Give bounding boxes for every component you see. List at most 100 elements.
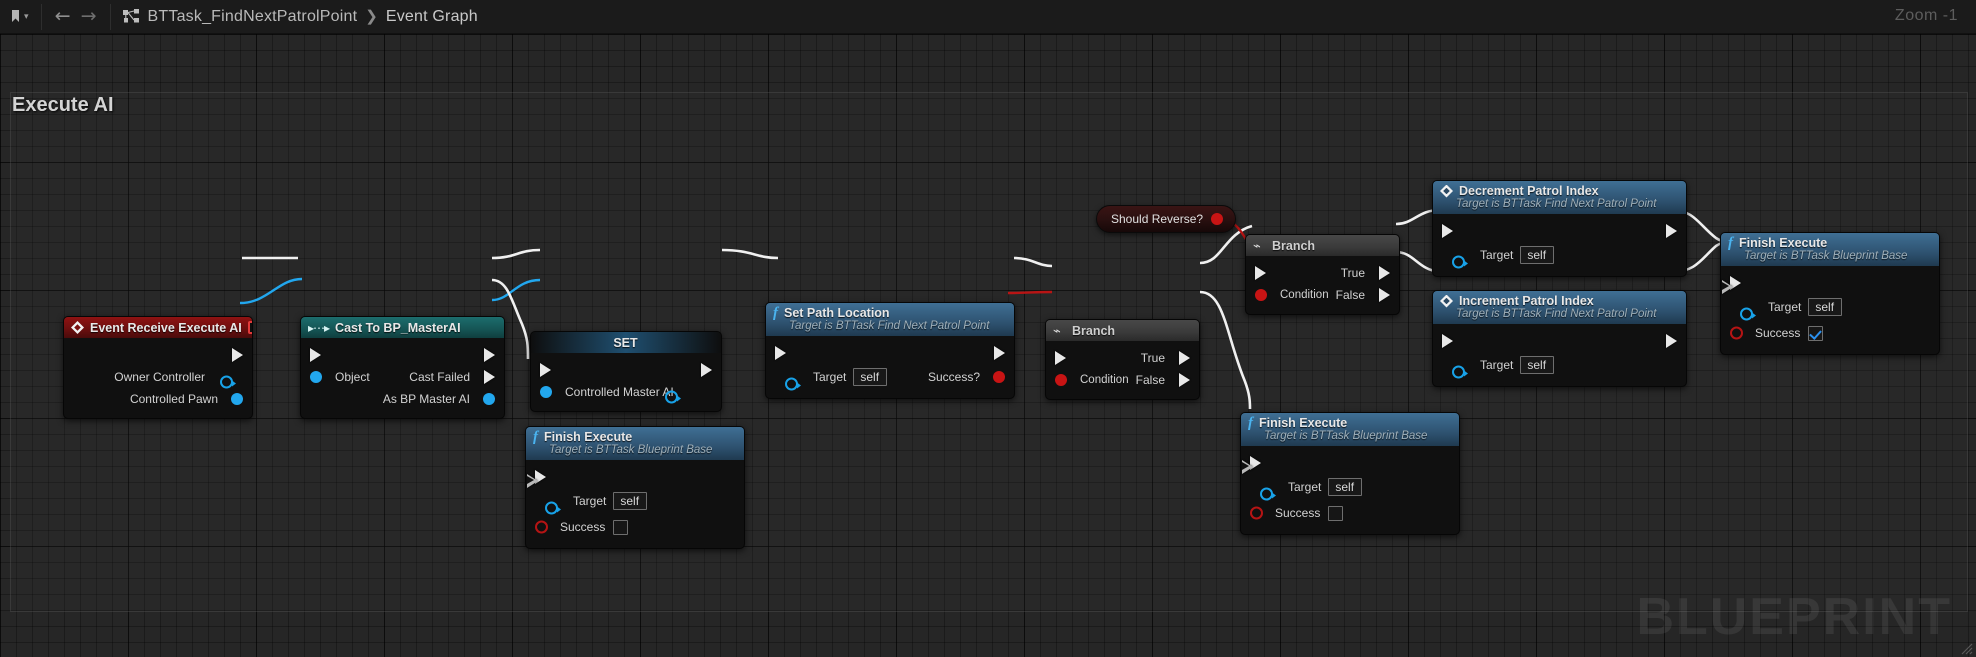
node-cast-to-bp-masterai[interactable]: ▸⋯▸ Cast To BP_MasterAI Object Cast Fail… bbox=[300, 316, 505, 419]
target-value-field[interactable]: self bbox=[1328, 478, 1363, 496]
node-finish-execute-mid[interactable]: f Finish Execute Target is BTTask Bluepr… bbox=[1240, 412, 1460, 535]
exec-out-pin[interactable] bbox=[527, 474, 538, 488]
node-event-receive-execute-ai[interactable]: Event Receive Execute AI Owner Controlle… bbox=[63, 316, 253, 419]
pin-row-target[interactable]: Target self bbox=[1241, 474, 1459, 500]
target-value-field[interactable]: self bbox=[613, 492, 648, 510]
pin-row-exec[interactable] bbox=[526, 466, 744, 488]
condition-in-pin[interactable] bbox=[1055, 374, 1067, 386]
node-decrement-patrol-index[interactable]: Decrement Patrol Index Target is BTTask … bbox=[1432, 180, 1687, 277]
target-in-pin[interactable] bbox=[1260, 487, 1276, 500]
exec-in-pin[interactable] bbox=[310, 348, 321, 362]
graph-hierarchy-button[interactable] bbox=[119, 4, 145, 30]
success-checkbox[interactable] bbox=[613, 519, 629, 535]
pin-row-exec[interactable] bbox=[531, 359, 721, 381]
exec-out-pin[interactable] bbox=[701, 363, 712, 377]
pin-row-exec[interactable] bbox=[1433, 220, 1686, 242]
target-value-field[interactable]: self bbox=[1520, 246, 1555, 264]
exec-out-pin[interactable] bbox=[994, 346, 1005, 360]
false-out-pin[interactable] bbox=[1179, 373, 1190, 387]
target-value-field[interactable]: self bbox=[1808, 298, 1843, 316]
cast-failed-out-pin[interactable] bbox=[484, 370, 495, 384]
node-finish-execute-left[interactable]: f Finish Execute Target is BTTask Bluepr… bbox=[525, 426, 745, 549]
pin-row-target[interactable]: Target self bbox=[1433, 352, 1686, 378]
resize-grip-icon[interactable] bbox=[1959, 641, 1973, 655]
true-out-pin[interactable] bbox=[1179, 351, 1190, 365]
pin-row-exec[interactable] bbox=[1433, 330, 1686, 352]
node-set-path-location[interactable]: f Set Path Location Target is BTTask Fin… bbox=[765, 302, 1015, 399]
pin-row-condition-false[interactable]: Condition False bbox=[1246, 284, 1399, 306]
exec-in-pin[interactable] bbox=[540, 363, 551, 377]
target-value-field[interactable]: self bbox=[853, 368, 888, 386]
target-in-pin[interactable] bbox=[1740, 307, 1756, 320]
target-in-pin[interactable] bbox=[1452, 255, 1468, 268]
exec-out-pin[interactable] bbox=[1242, 460, 1253, 474]
success-checkbox[interactable] bbox=[1328, 505, 1344, 521]
condition-in-pin[interactable] bbox=[1255, 289, 1267, 301]
pin-row-exec[interactable] bbox=[1241, 452, 1459, 474]
pin-row-controlled-pawn[interactable]: Controlled Pawn bbox=[64, 388, 252, 410]
should-reverse-out-pin[interactable] bbox=[1211, 213, 1224, 225]
pin-row-target[interactable]: Target self bbox=[1433, 242, 1686, 268]
node-variable-should-reverse[interactable]: Should Reverse? bbox=[1096, 205, 1237, 233]
exec-in-pin[interactable] bbox=[1055, 351, 1066, 365]
pin-row-target[interactable]: Target self bbox=[526, 488, 744, 514]
exec-in-pin[interactable] bbox=[775, 346, 786, 360]
target-in-pin[interactable] bbox=[1452, 365, 1468, 378]
node-set-controlled-master-ai[interactable]: SET Controlled Master AI bbox=[530, 331, 722, 412]
exec-in-pin[interactable] bbox=[1255, 266, 1266, 280]
false-out-pin[interactable] bbox=[1379, 288, 1390, 302]
controlled-master-ai-in-pin[interactable] bbox=[540, 386, 552, 398]
pin-row-exec[interactable] bbox=[1721, 272, 1939, 294]
success-in-pin[interactable] bbox=[1730, 326, 1743, 340]
exec-out-pin[interactable] bbox=[232, 348, 243, 362]
target-value-field[interactable]: self bbox=[1520, 356, 1555, 374]
breadcrumb-item-asset[interactable]: BTTask_FindNextPatrolPoint bbox=[145, 8, 361, 26]
exec-in-pin[interactable] bbox=[1442, 334, 1453, 348]
variable-label-should-reverse: Should Reverse? bbox=[1111, 212, 1204, 226]
breadcrumb: BTTask_FindNextPatrolPoint ❯ Event Graph bbox=[113, 0, 487, 33]
node-branch-lower[interactable]: ⌁ Branch True Condition False bbox=[1045, 319, 1200, 400]
exec-out-pin[interactable] bbox=[1666, 224, 1677, 238]
pin-row-object[interactable]: Object Cast Failed bbox=[301, 366, 504, 388]
node-branch-upper[interactable]: ⌁ Branch True Condition False bbox=[1245, 234, 1400, 315]
as-bp-master-ai-out-pin[interactable] bbox=[483, 393, 495, 405]
pin-row-success[interactable]: Success bbox=[1241, 500, 1459, 526]
pin-row-as-bp-master-ai[interactable]: As BP Master AI bbox=[301, 388, 504, 410]
node-title: Cast To BP_MasterAI bbox=[335, 320, 461, 335]
pin-row-target[interactable]: Target self bbox=[1721, 294, 1939, 320]
forward-button[interactable]: → bbox=[76, 4, 102, 30]
back-button[interactable]: ← bbox=[50, 4, 76, 30]
pin-row-owner-controller[interactable]: Owner Controller bbox=[64, 366, 252, 388]
pin-row-success[interactable]: Success bbox=[1721, 320, 1939, 346]
target-in-pin[interactable] bbox=[785, 377, 801, 390]
success-checkbox[interactable] bbox=[1808, 325, 1824, 341]
bookmark-button[interactable]: ▾ bbox=[6, 4, 33, 30]
true-out-pin[interactable] bbox=[1379, 266, 1390, 280]
pin-row-condition-false[interactable]: Condition False bbox=[1046, 369, 1199, 391]
function-icon: f bbox=[773, 304, 778, 321]
success-in-pin[interactable] bbox=[535, 520, 548, 534]
exec-out-pin[interactable] bbox=[1666, 334, 1677, 348]
exec-out-pin[interactable] bbox=[1722, 280, 1733, 294]
event-graph-canvas[interactable]: Execute AI Event Receive Execute AI Owne… bbox=[0, 34, 1976, 657]
controlled-master-ai-out-pin[interactable] bbox=[664, 390, 681, 403]
success-in-pin[interactable] bbox=[1250, 506, 1263, 520]
pin-row-exec-true[interactable]: True bbox=[1246, 262, 1399, 284]
pin-row-success[interactable]: Success bbox=[526, 514, 744, 540]
pin-row-controlled-master-ai[interactable]: Controlled Master AI bbox=[531, 381, 721, 403]
exec-out-pin[interactable] bbox=[484, 348, 495, 362]
success-out-pin[interactable] bbox=[993, 371, 1005, 383]
pin-row-target[interactable]: Target self Success? bbox=[766, 364, 1014, 390]
target-in-pin[interactable] bbox=[545, 501, 561, 514]
breadcrumb-item-graph[interactable]: Event Graph bbox=[383, 8, 481, 26]
node-finish-execute-right[interactable]: f Finish Execute Target is BTTask Bluepr… bbox=[1720, 232, 1940, 355]
pin-row-exec[interactable] bbox=[766, 342, 1014, 364]
pin-row-exec-out[interactable] bbox=[64, 344, 252, 366]
node-increment-patrol-index[interactable]: Increment Patrol Index Target is BTTask … bbox=[1432, 290, 1687, 387]
exec-in-pin[interactable] bbox=[1442, 224, 1453, 238]
object-in-pin[interactable] bbox=[310, 371, 322, 383]
owner-controller-out-pin[interactable] bbox=[220, 375, 236, 388]
pin-row-exec-true[interactable]: True bbox=[1046, 347, 1199, 369]
controlled-pawn-out-pin[interactable] bbox=[231, 393, 243, 405]
pin-row-exec[interactable] bbox=[301, 344, 504, 366]
